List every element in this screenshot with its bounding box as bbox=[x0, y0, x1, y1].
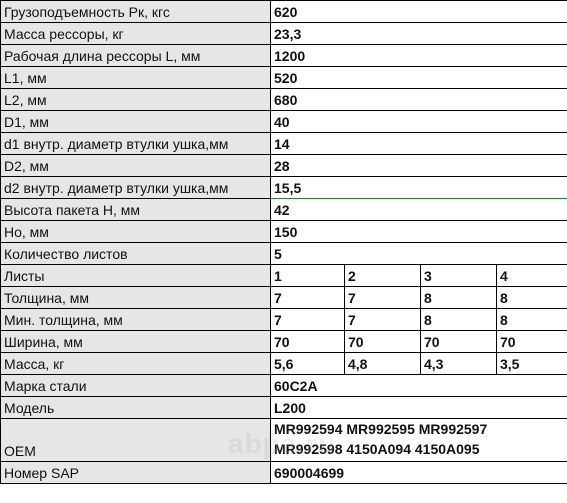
spec-value: 23,3 bbox=[269, 22, 567, 45]
spec-value: L200 bbox=[269, 396, 567, 419]
spec-label: Марка стали bbox=[0, 374, 271, 397]
oem-line: MR992594 MR992595 MR992597 bbox=[274, 421, 488, 437]
spec-label: d1 внутр. диаметр втулки ушка,мм bbox=[0, 132, 271, 155]
spec-label: Грузоподъемность Рк, кгс bbox=[0, 0, 271, 23]
oem-numbers: MR992594 MR992595 MR992597 MR992598 4150… bbox=[269, 418, 567, 462]
spec-label: Масса рессоры, кг bbox=[0, 22, 271, 45]
leaf-row-thickness: Толщина, мм 7 7 8 8 bbox=[0, 286, 567, 309]
spec-value: 15,5 bbox=[269, 176, 567, 199]
spec-label: D1, мм bbox=[0, 110, 271, 133]
leaf-cell: 70 bbox=[495, 330, 567, 353]
leaf-cell: 1 bbox=[270, 264, 345, 287]
spec-value: 1200 bbox=[269, 44, 567, 67]
leaf-label: Масса, кг bbox=[0, 352, 271, 375]
leaf-cell: 70 bbox=[270, 330, 345, 353]
spec-label: OEM bbox=[0, 418, 271, 462]
leaf-label: Ширина, мм bbox=[0, 330, 271, 353]
leaf-cell: 70 bbox=[344, 330, 421, 353]
spec-value: 5 bbox=[269, 242, 567, 265]
leaf-cell: 70 bbox=[420, 330, 497, 353]
spec-label: d2 внутр. диаметр втулки ушка,мм bbox=[0, 176, 271, 199]
leaf-row-mass: Масса, кг 5,6 4,8 4,3 3,5 bbox=[0, 352, 567, 375]
leaf-label: Мин. толщина, мм bbox=[0, 308, 271, 331]
spec-row-d1-inner: d1 внутр. диаметр втулки ушка,мм 14 bbox=[0, 132, 567, 155]
oem-line: MR992598 4150A094 4150A095 bbox=[274, 441, 480, 457]
leaf-cell: 4,3 bbox=[420, 352, 497, 375]
leaf-cell: 8 bbox=[420, 308, 497, 331]
spec-value: 28 bbox=[269, 154, 567, 177]
leaf-cell: 3 bbox=[420, 264, 497, 287]
leaf-cell: 4,8 bbox=[344, 352, 421, 375]
spec-value: 14 bbox=[269, 132, 567, 155]
spec-label: Высота пакета H, мм bbox=[0, 198, 271, 221]
spec-label: Но, мм bbox=[0, 220, 271, 243]
spec-row-sap: Номер SAP 690004699 bbox=[0, 461, 567, 484]
leaf-cell: 8 bbox=[495, 308, 567, 331]
spec-value: 680 bbox=[269, 88, 567, 111]
spec-label: Модель bbox=[0, 396, 271, 419]
spec-row-d2-inner: d2 внутр. диаметр втулки ушка,мм 15,5 bbox=[0, 176, 567, 199]
leaf-label: Листы bbox=[0, 264, 271, 287]
spec-label: L1, мм bbox=[0, 66, 271, 89]
leaf-cell: 7 bbox=[344, 308, 421, 331]
spec-label: Рабочая длина рессоры L, мм bbox=[0, 44, 271, 67]
leaf-cell: 8 bbox=[420, 286, 497, 309]
spec-label: L2, мм bbox=[0, 88, 271, 111]
spec-value: 620 bbox=[269, 0, 567, 23]
leaf-cell: 7 bbox=[270, 308, 345, 331]
spec-row-load-capacity: Грузоподъемность Рк, кгс 620 bbox=[0, 0, 567, 23]
leaf-cell: 4 bbox=[495, 264, 567, 287]
spec-row-steel-grade: Марка стали 60С2А bbox=[0, 374, 567, 397]
spec-label: Номер SAP bbox=[0, 461, 271, 484]
spec-value: 42 bbox=[269, 198, 567, 221]
leaf-cell: 7 bbox=[344, 286, 421, 309]
spec-value: 150 bbox=[269, 220, 567, 243]
leaf-cell: 3,5 bbox=[495, 352, 567, 375]
spec-value: 690004699 bbox=[269, 461, 567, 484]
spec-row-model: Модель L200 bbox=[0, 396, 567, 419]
leaf-cell: 2 bbox=[344, 264, 421, 287]
spec-row-l1: L1, мм 520 bbox=[0, 66, 567, 89]
spec-row-oem: OEM MR992594 MR992595 MR992597 MR992598 … bbox=[0, 418, 567, 462]
leaf-row-min-thickness: Мин. толщина, мм 7 7 8 8 bbox=[0, 308, 567, 331]
spec-value: 520 bbox=[269, 66, 567, 89]
spec-row-leaf-count: Количество листов 5 bbox=[0, 242, 567, 265]
spec-row-l2: L2, мм 680 bbox=[0, 88, 567, 111]
spec-label: Количество листов bbox=[0, 242, 271, 265]
spec-row-d1: D1, мм 40 bbox=[0, 110, 567, 133]
spec-row-ho: Но, мм 150 bbox=[0, 220, 567, 243]
leaf-label: Толщина, мм bbox=[0, 286, 271, 309]
leaf-row-numbers: Листы 1 2 3 4 bbox=[0, 264, 567, 287]
leaf-cell: 7 bbox=[270, 286, 345, 309]
leaf-row-width: Ширина, мм 70 70 70 70 bbox=[0, 330, 567, 353]
leaf-cell: 5,6 bbox=[270, 352, 345, 375]
spec-row-working-length: Рабочая длина рессоры L, мм 1200 bbox=[0, 44, 567, 67]
spec-label: D2, мм bbox=[0, 154, 271, 177]
spec-row-spring-mass: Масса рессоры, кг 23,3 bbox=[0, 22, 567, 45]
spec-row-d2: D2, мм 28 bbox=[0, 154, 567, 177]
spec-row-pack-height: Высота пакета H, мм 42 bbox=[0, 198, 567, 221]
spec-value: 40 bbox=[269, 110, 567, 133]
spec-value: 60С2А bbox=[269, 374, 567, 397]
spring-spec-table: Грузоподъемность Рк, кгс 620 Масса рессо… bbox=[0, 0, 567, 484]
leaf-cell: 8 bbox=[495, 286, 567, 309]
